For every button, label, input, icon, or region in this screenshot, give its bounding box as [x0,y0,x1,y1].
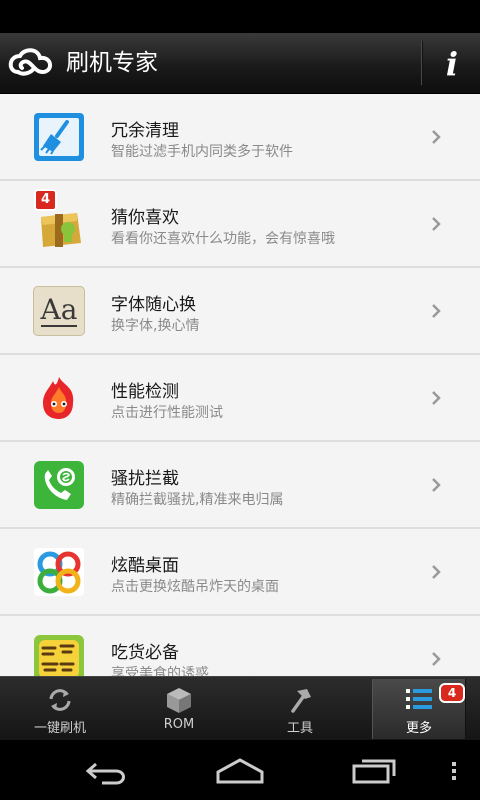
chevron-right-icon [432,217,441,231]
item-title: 冗余清理 [111,121,179,141]
item-title: 吃货必备 [111,643,179,663]
item-title: 骚扰拦截 [111,469,179,489]
launcher-icon [34,548,84,596]
list-item-block-calls[interactable]: 骚扰拦截 精确拦截骚扰,精准来电归属 [0,442,480,529]
tab-label: 更多 [405,721,432,736]
info-icon: i [445,44,459,83]
hammer-icon [291,689,311,713]
item-title: 炫酷桌面 [111,556,179,576]
chevron-right-icon [432,391,441,405]
box-icon [167,688,191,713]
tab-tools[interactable]: 工具 [250,677,350,741]
header-divider [421,41,422,85]
cloud-logo-icon [8,48,52,76]
list-item-fonts[interactable]: Aa 字体随心换 换字体,换心情 [0,268,480,355]
list-item-recommend[interactable]: 4 猜你喜欢 看看你还喜欢什么功能，会有惊喜哦 [0,181,480,268]
chevron-right-icon [432,304,441,318]
item-subtitle: 点击进行性能测试 [111,405,223,421]
broom-icon [34,113,84,161]
bottom-tab-bar: 一键刷机 ROM 工具 4 更多 [0,676,480,740]
tab-label: 工具 [286,721,313,736]
phone-block-icon [34,461,84,509]
tab-badge: 4 [439,683,465,703]
chevron-right-icon [432,130,441,144]
recipe-icon [34,635,84,676]
home-icon[interactable] [214,754,266,788]
tab-one-click-flash[interactable]: 一键刷机 [10,677,110,741]
item-title: 猜你喜欢 [111,208,179,228]
info-button[interactable]: i [424,33,480,94]
status-bar [0,0,480,33]
item-subtitle: 看看你还喜欢什么功能，会有惊喜哦 [111,231,335,247]
chevron-right-icon [432,478,441,492]
item-subtitle: 点击更换炫酷吊炸天的桌面 [111,579,279,595]
refresh-icon [49,689,71,711]
item-subtitle: 智能过滤手机内同类多于软件 [111,144,293,160]
font-aa-icon: Aa [33,286,85,336]
item-title: 字体随心换 [111,295,196,315]
recents-icon[interactable] [350,754,400,788]
feature-list: 冗余清理 智能过滤手机内同类多于软件 4 猜你喜欢 看看你还喜欢什么功能，会有惊… [0,94,480,676]
tab-rom[interactable]: ROM [129,677,229,741]
item-badge: 4 [34,189,58,211]
item-title: 性能检测 [111,382,179,402]
tab-more[interactable]: 4 更多 [372,679,466,739]
chevron-right-icon [432,565,441,579]
list-icon [406,689,432,709]
tab-label: ROM [163,717,195,732]
font-sample-glyph: Aa [40,293,78,327]
item-subtitle: 换字体,换心情 [111,318,200,334]
item-subtitle: 精确拦截骚扰,精准来电归属 [111,492,284,508]
back-icon[interactable] [82,754,132,788]
system-nav-bar [0,740,480,800]
app-header: 刷机专家 i [0,33,480,94]
tab-label: 一键刷机 [33,721,86,736]
list-item-launcher[interactable]: 炫酷桌面 点击更换炫酷吊炸天的桌面 [0,529,480,616]
chevron-right-icon [432,652,441,666]
list-item-recipes[interactable]: 吃货必备 享受美食的诱惑 [0,616,480,676]
flame-benchmark-icon [43,377,74,419]
list-item-benchmark[interactable]: 性能检测 点击进行性能测试 [0,355,480,442]
menu-dots-icon[interactable] [449,754,459,788]
item-subtitle: 享受美食的诱惑 [111,666,209,676]
list-item-cleanup[interactable]: 冗余清理 智能过滤手机内同类多于软件 [0,94,480,181]
app-title: 刷机专家 [66,50,158,76]
